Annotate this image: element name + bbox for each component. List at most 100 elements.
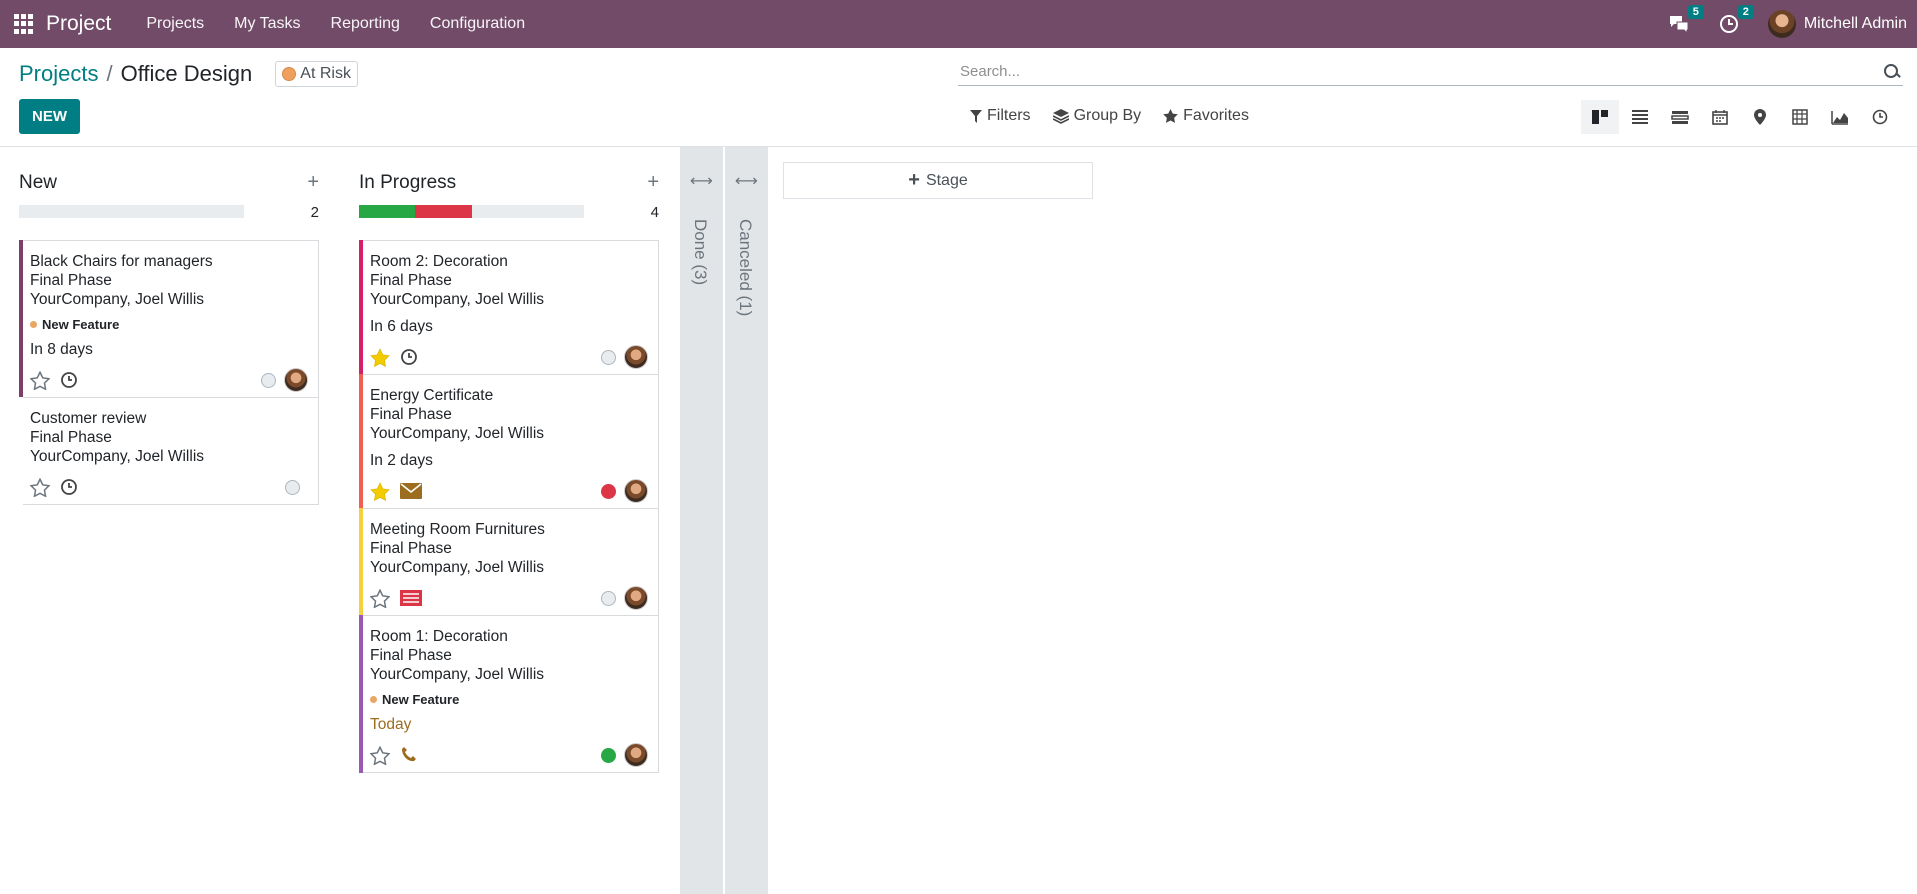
- graph-view-button[interactable]: [1821, 100, 1859, 134]
- todo-list-icon[interactable]: [400, 590, 422, 606]
- star-icon[interactable]: [370, 588, 390, 608]
- card-footer: [370, 738, 648, 772]
- card-footer: [370, 474, 648, 508]
- calendar-view-button[interactable]: [1701, 100, 1739, 134]
- map-view-button[interactable]: [1741, 100, 1779, 134]
- folded-column-label: Done (3): [691, 219, 710, 286]
- assignee-avatar: [624, 345, 648, 369]
- task-company: YourCompany, Joel Willis: [370, 666, 545, 683]
- search-bar: [958, 58, 1903, 86]
- status-dot[interactable]: [285, 479, 300, 495]
- column-title[interactable]: In Progress: [359, 172, 456, 194]
- messages-count-badge: 5: [1687, 5, 1704, 19]
- search-input[interactable]: [958, 63, 1883, 80]
- status-dot[interactable]: [601, 349, 616, 365]
- task-company: YourCompany, Joel Willis: [370, 291, 545, 308]
- tag-label: New Feature: [42, 317, 120, 332]
- star-filled-icon[interactable]: [370, 347, 390, 367]
- activities-button[interactable]: 2: [1718, 5, 1754, 35]
- status-dot[interactable]: [601, 590, 616, 606]
- task-card[interactable]: Black Chairs for managers Final Phase Yo…: [19, 240, 318, 398]
- user-name[interactable]: Mitchell Admin: [1804, 15, 1907, 33]
- unfold-arrows-icon[interactable]: ⟷: [680, 171, 723, 191]
- folded-column-canceled[interactable]: ⟷ Canceled (1): [725, 147, 768, 894]
- groupby-label: Group By: [1073, 107, 1142, 124]
- graph-icon: [1831, 110, 1848, 125]
- task-deadline: Today: [370, 716, 412, 733]
- breadcrumb-separator: /: [106, 61, 113, 86]
- page-title: Office Design: [120, 61, 253, 86]
- unfold-arrows-icon[interactable]: ⟷: [725, 171, 768, 191]
- list-view-button[interactable]: [1621, 100, 1659, 134]
- task-company: YourCompany, Joel Willis: [370, 559, 545, 576]
- task-title: Meeting Room Furnitures: [370, 521, 545, 538]
- star-icon[interactable]: [370, 745, 390, 765]
- gantt-icon: [1671, 111, 1689, 124]
- breadcrumb: Projects / Office Design At Risk: [19, 61, 358, 87]
- menu-my-tasks[interactable]: My Tasks: [234, 15, 300, 33]
- quick-create-plus-icon[interactable]: +: [307, 171, 319, 194]
- top-navbar: Project Projects My Tasks Reporting Conf…: [0, 0, 1917, 48]
- column-header: New +: [19, 171, 319, 194]
- breadcrumb-projects-link[interactable]: Projects: [19, 61, 98, 87]
- app-brand[interactable]: Project: [46, 12, 111, 36]
- tag-label: New Feature: [382, 692, 460, 707]
- task-stage: Final Phase: [370, 406, 452, 423]
- new-button[interactable]: NEW: [19, 99, 80, 134]
- favorites-label: Favorites: [1183, 107, 1249, 124]
- folded-column-done[interactable]: ⟷ Done (3): [680, 147, 723, 894]
- task-stage: Final Phase: [370, 647, 452, 664]
- clock-icon[interactable]: [400, 348, 418, 366]
- search-icon[interactable]: [1883, 63, 1901, 81]
- clock-icon[interactable]: [60, 478, 78, 496]
- project-status-button[interactable]: At Risk: [275, 61, 358, 87]
- column-title[interactable]: New: [19, 172, 57, 194]
- activities-count-badge: 2: [1737, 5, 1754, 19]
- task-card[interactable]: Energy Certificate Final Phase YourCompa…: [359, 374, 658, 509]
- groupby-button[interactable]: Group By: [1052, 107, 1142, 125]
- task-company: YourCompany, Joel Willis: [30, 448, 205, 465]
- column-progress-bar[interactable]: [359, 205, 584, 218]
- task-card[interactable]: Room 1: Decoration Final Phase YourCompa…: [359, 615, 658, 773]
- star-icon[interactable]: [30, 370, 50, 390]
- activity-view-button[interactable]: [1861, 100, 1899, 134]
- progress-on-track[interactable]: [359, 205, 416, 218]
- star-filled-icon[interactable]: [370, 481, 390, 501]
- menu-configuration[interactable]: Configuration: [430, 15, 525, 33]
- kanban-view-button[interactable]: [1581, 100, 1619, 134]
- task-card[interactable]: Meeting Room Furnitures Final Phase Your…: [359, 508, 658, 616]
- pivot-view-button[interactable]: [1781, 100, 1819, 134]
- filters-label: Filters: [987, 107, 1031, 124]
- envelope-icon[interactable]: [400, 483, 422, 499]
- task-stage: Final Phase: [370, 540, 452, 557]
- status-dot[interactable]: [261, 372, 276, 388]
- task-tag: New Feature: [30, 317, 308, 332]
- phone-icon[interactable]: [400, 746, 418, 764]
- favorites-button[interactable]: Favorites: [1163, 107, 1249, 125]
- menu-reporting[interactable]: Reporting: [331, 15, 400, 33]
- progress-blocked[interactable]: [415, 205, 472, 218]
- menu-projects[interactable]: Projects: [146, 15, 204, 33]
- star-icon[interactable]: [30, 477, 50, 497]
- apps-grid-icon[interactable]: [14, 14, 34, 34]
- column-progress-bar[interactable]: [19, 205, 244, 218]
- user-avatar[interactable]: [1767, 10, 1796, 38]
- clock-icon: [1719, 15, 1738, 33]
- messages-button[interactable]: 5: [1668, 5, 1704, 35]
- control-panel: Projects / Office Design At Risk NEW Fil…: [0, 48, 1917, 147]
- task-stage: Final Phase: [30, 429, 112, 446]
- task-title: Energy Certificate: [370, 387, 494, 404]
- task-title: Customer review: [30, 410, 147, 427]
- task-title: Black Chairs for managers: [30, 253, 213, 270]
- status-dot[interactable]: [601, 747, 616, 763]
- clock-icon[interactable]: [60, 371, 78, 389]
- status-dot[interactable]: [601, 483, 616, 499]
- gantt-view-button[interactable]: [1661, 100, 1699, 134]
- add-stage-button[interactable]: + Stage: [783, 162, 1093, 199]
- chat-icon: [1669, 16, 1689, 34]
- filters-button[interactable]: Filters: [970, 107, 1031, 125]
- task-card[interactable]: Room 2: Decoration Final Phase YourCompa…: [359, 240, 658, 375]
- quick-create-plus-icon[interactable]: +: [647, 171, 659, 194]
- task-card[interactable]: Customer review Final Phase YourCompany,…: [19, 397, 318, 505]
- card-footer: [30, 363, 308, 397]
